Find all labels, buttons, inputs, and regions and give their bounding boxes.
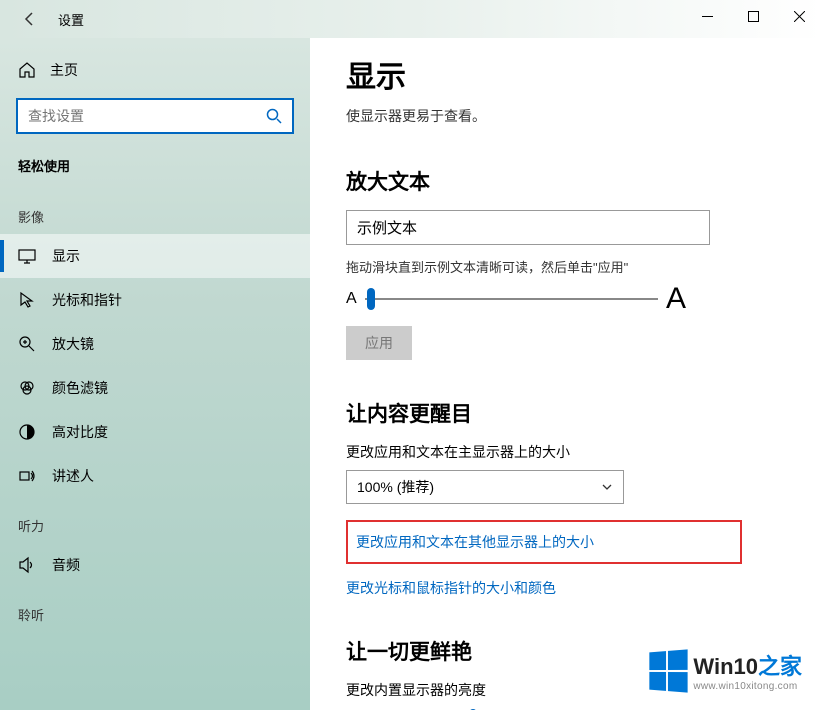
group-audio-label: 听力 [0, 498, 310, 543]
home-link[interactable]: 主页 [0, 52, 310, 88]
sidebar-item-narrator[interactable]: 讲述人 [0, 454, 310, 498]
home-icon [18, 61, 36, 79]
slider-thumb[interactable] [367, 288, 375, 310]
nav-label: 讲述人 [52, 466, 94, 486]
page-subtitle: 使显示器更易于查看。 [346, 106, 792, 126]
sidebar-item-cursor[interactable]: 光标和指针 [0, 278, 310, 322]
link-highlight-box: 更改应用和文本在其他显示器上的大小 [346, 520, 742, 564]
section-enlarge-title: 放大文本 [346, 166, 792, 196]
close-button[interactable] [776, 0, 822, 32]
home-label: 主页 [50, 60, 78, 80]
text-size-slider[interactable] [365, 287, 658, 311]
nav-label: 放大镜 [52, 334, 94, 354]
window-title: 设置 [58, 10, 84, 29]
colorfilter-icon [18, 379, 36, 397]
link-other-displays[interactable]: 更改应用和文本在其他显示器上的大小 [356, 532, 732, 552]
page-title: 显示 [346, 52, 792, 96]
content-pane: 显示 使显示器更易于查看。 放大文本 示例文本 拖动滑块直到示例文本清晰可读，然… [310, 38, 822, 710]
nav-label: 音频 [52, 555, 80, 575]
minimize-icon [702, 11, 713, 22]
minimize-button[interactable] [684, 0, 730, 32]
monitor-icon [18, 247, 36, 265]
speaker-icon [18, 556, 36, 574]
sidebar-item-colorfilter[interactable]: 颜色滤镜 [0, 366, 310, 410]
group-video-label: 影像 [0, 189, 310, 234]
chevron-down-icon [601, 481, 613, 493]
slider-helper-text: 拖动滑块直到示例文本清晰可读，然后单击"应用" [346, 257, 792, 276]
sidebar-item-highcontrast[interactable]: 高对比度 [0, 410, 310, 454]
small-a-label: A [346, 290, 357, 308]
nav-label: 高对比度 [52, 422, 108, 442]
sidebar-item-magnifier[interactable]: 放大镜 [0, 322, 310, 366]
scale-value: 100% (推荐) [357, 477, 434, 497]
back-button[interactable] [18, 7, 42, 31]
sidebar: 主页 轻松使用 影像 显示 光标和指针 放大镜 颜色滤镜 高对比度 [0, 38, 310, 710]
scale-label: 更改应用和文本在主显示器上的大小 [346, 442, 792, 462]
maximize-button[interactable] [730, 0, 776, 32]
sidebar-item-audio[interactable]: 音频 [0, 543, 310, 587]
category-header: 轻松使用 [0, 148, 310, 189]
watermark-brand: Win10之家 [693, 649, 802, 681]
windows-logo-icon [650, 649, 688, 692]
magnifier-icon [18, 335, 36, 353]
narrator-icon [18, 467, 36, 485]
big-a-label: A [666, 282, 686, 316]
section-prominence-title: 让内容更醒目 [346, 398, 792, 428]
sample-text-box: 示例文本 [346, 210, 710, 245]
scale-select[interactable]: 100% (推荐) [346, 470, 624, 504]
nav-label: 颜色滤镜 [52, 378, 108, 398]
search-input-wrap[interactable] [16, 98, 294, 134]
watermark-url: www.win10xitong.com [693, 681, 802, 692]
search-icon [266, 108, 282, 124]
search-input[interactable] [28, 108, 266, 124]
group-speech-label: 聆听 [0, 587, 310, 632]
nav-label: 显示 [52, 246, 80, 266]
highcontrast-icon [18, 423, 36, 441]
maximize-icon [748, 11, 759, 22]
slider-track [365, 298, 658, 300]
apply-button[interactable]: 应用 [346, 326, 412, 360]
nav-label: 光标和指针 [52, 290, 122, 310]
link-cursor-size[interactable]: 更改光标和鼠标指针的大小和颜色 [346, 578, 792, 598]
watermark: Win10之家 www.win10xitong.com [647, 649, 802, 692]
back-arrow-icon [22, 11, 38, 27]
sidebar-item-display[interactable]: 显示 [0, 234, 310, 278]
close-icon [794, 11, 805, 22]
cursor-icon [18, 291, 36, 309]
